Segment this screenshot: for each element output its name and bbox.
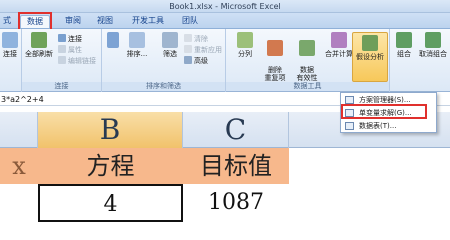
consolidate-button[interactable]: 合并计算 [322, 32, 356, 58]
ribbon-tabs: 式 数据 审阅 视图 开发工具 团队 [0, 13, 450, 29]
refresh-all-button[interactable]: 全部刷新 [24, 32, 54, 58]
column-header-a[interactable] [0, 112, 38, 148]
remove-duplicates-button[interactable]: 删除 重复项 [260, 32, 290, 82]
ribbon: 连接 全部刷新 连接 属性 编辑链接 连接 排序... 筛选 清除 重新应用 高… [0, 29, 450, 92]
row-1: x 方程 目标值 [0, 148, 450, 184]
advanced-filter-icon [184, 56, 192, 64]
connections-partial-button[interactable]: 连接 [0, 32, 20, 58]
consolidate-icon [331, 32, 347, 48]
column-header-c[interactable]: C [183, 112, 289, 148]
properties-button[interactable]: 属性 [58, 45, 82, 55]
group-icon [396, 32, 412, 48]
menu-item-data-table[interactable]: 数据表(T)... [341, 120, 436, 132]
ungroup-icon [425, 32, 441, 48]
tab-view[interactable]: 视图 [92, 15, 118, 28]
column-header-b[interactable]: B [38, 112, 183, 148]
properties-icon [58, 45, 66, 53]
ungroup-button[interactable]: 取消组合 [416, 32, 450, 58]
group-label-sort-filter: 排序和筛选 [102, 82, 225, 91]
cell-c2[interactable]: 1087 [183, 184, 289, 222]
goal-seek-highlight [341, 104, 427, 119]
cell-b2[interactable]: 4 [38, 184, 183, 222]
data-validation-icon [299, 40, 315, 56]
group-get-external-data: 连接 [0, 29, 22, 92]
clear-button[interactable]: 清除 [184, 34, 208, 44]
window-title: Book1.xlsx - Microsoft Excel [169, 2, 281, 11]
refresh-icon [31, 32, 47, 48]
group-label-connections: 连接 [22, 82, 101, 91]
sort-icon [129, 32, 145, 48]
reapply-button[interactable]: 重新应用 [184, 45, 222, 55]
formula-content[interactable]: 3*a2^2+4 [1, 95, 44, 104]
group-sort-filter: 排序... 筛选 清除 重新应用 高级 排序和筛选 [102, 29, 226, 92]
reapply-icon [184, 45, 192, 53]
tab-formulas[interactable]: 式 [0, 15, 14, 28]
cell-a1[interactable]: x [0, 148, 38, 184]
advanced-button[interactable]: 高级 [184, 56, 208, 66]
title-bar: Book1.xlsx - Microsoft Excel [0, 0, 450, 13]
what-if-icon [362, 35, 378, 51]
database-icon [2, 32, 18, 48]
data-table-icon [345, 122, 354, 130]
sort-az-button[interactable] [106, 32, 120, 50]
data-validation-button[interactable]: 数据 有效性 [292, 32, 322, 82]
cell-b1[interactable]: 方程 [38, 148, 183, 184]
sort-ascending-icon [107, 32, 119, 48]
group-data-tools: 分列 删除 重复项 数据 有效性 合并计算 假设分析 数据工具 [226, 29, 390, 92]
scenario-manager-icon [345, 96, 354, 104]
group-connections: 全部刷新 连接 属性 编辑链接 连接 [22, 29, 102, 92]
sort-button[interactable]: 排序... [122, 32, 152, 58]
connections-button[interactable]: 连接 [58, 34, 82, 44]
text-to-columns-button[interactable]: 分列 [232, 32, 258, 58]
remove-duplicates-icon [267, 40, 283, 56]
edit-links-icon [58, 56, 66, 64]
tab-team[interactable]: 团队 [178, 15, 202, 28]
cell-c1[interactable]: 目标值 [183, 148, 289, 184]
group-label-data-tools: 数据工具 [226, 82, 389, 91]
link-icon [58, 34, 66, 42]
tab-review[interactable]: 审阅 [60, 15, 86, 28]
group-button[interactable]: 组合 [392, 32, 416, 58]
filter-icon [162, 32, 178, 48]
tab-developer[interactable]: 开发工具 [126, 15, 170, 28]
filter-button[interactable]: 筛选 [158, 32, 182, 58]
clear-icon [184, 34, 192, 42]
group-outline: 组合 取消组合 [390, 29, 450, 92]
row-2: 4 1087 [0, 184, 450, 227]
what-if-analysis-button[interactable]: 假设分析 [352, 32, 388, 82]
text-to-columns-icon [237, 32, 253, 48]
edit-links-button[interactable]: 编辑链接 [58, 56, 96, 66]
